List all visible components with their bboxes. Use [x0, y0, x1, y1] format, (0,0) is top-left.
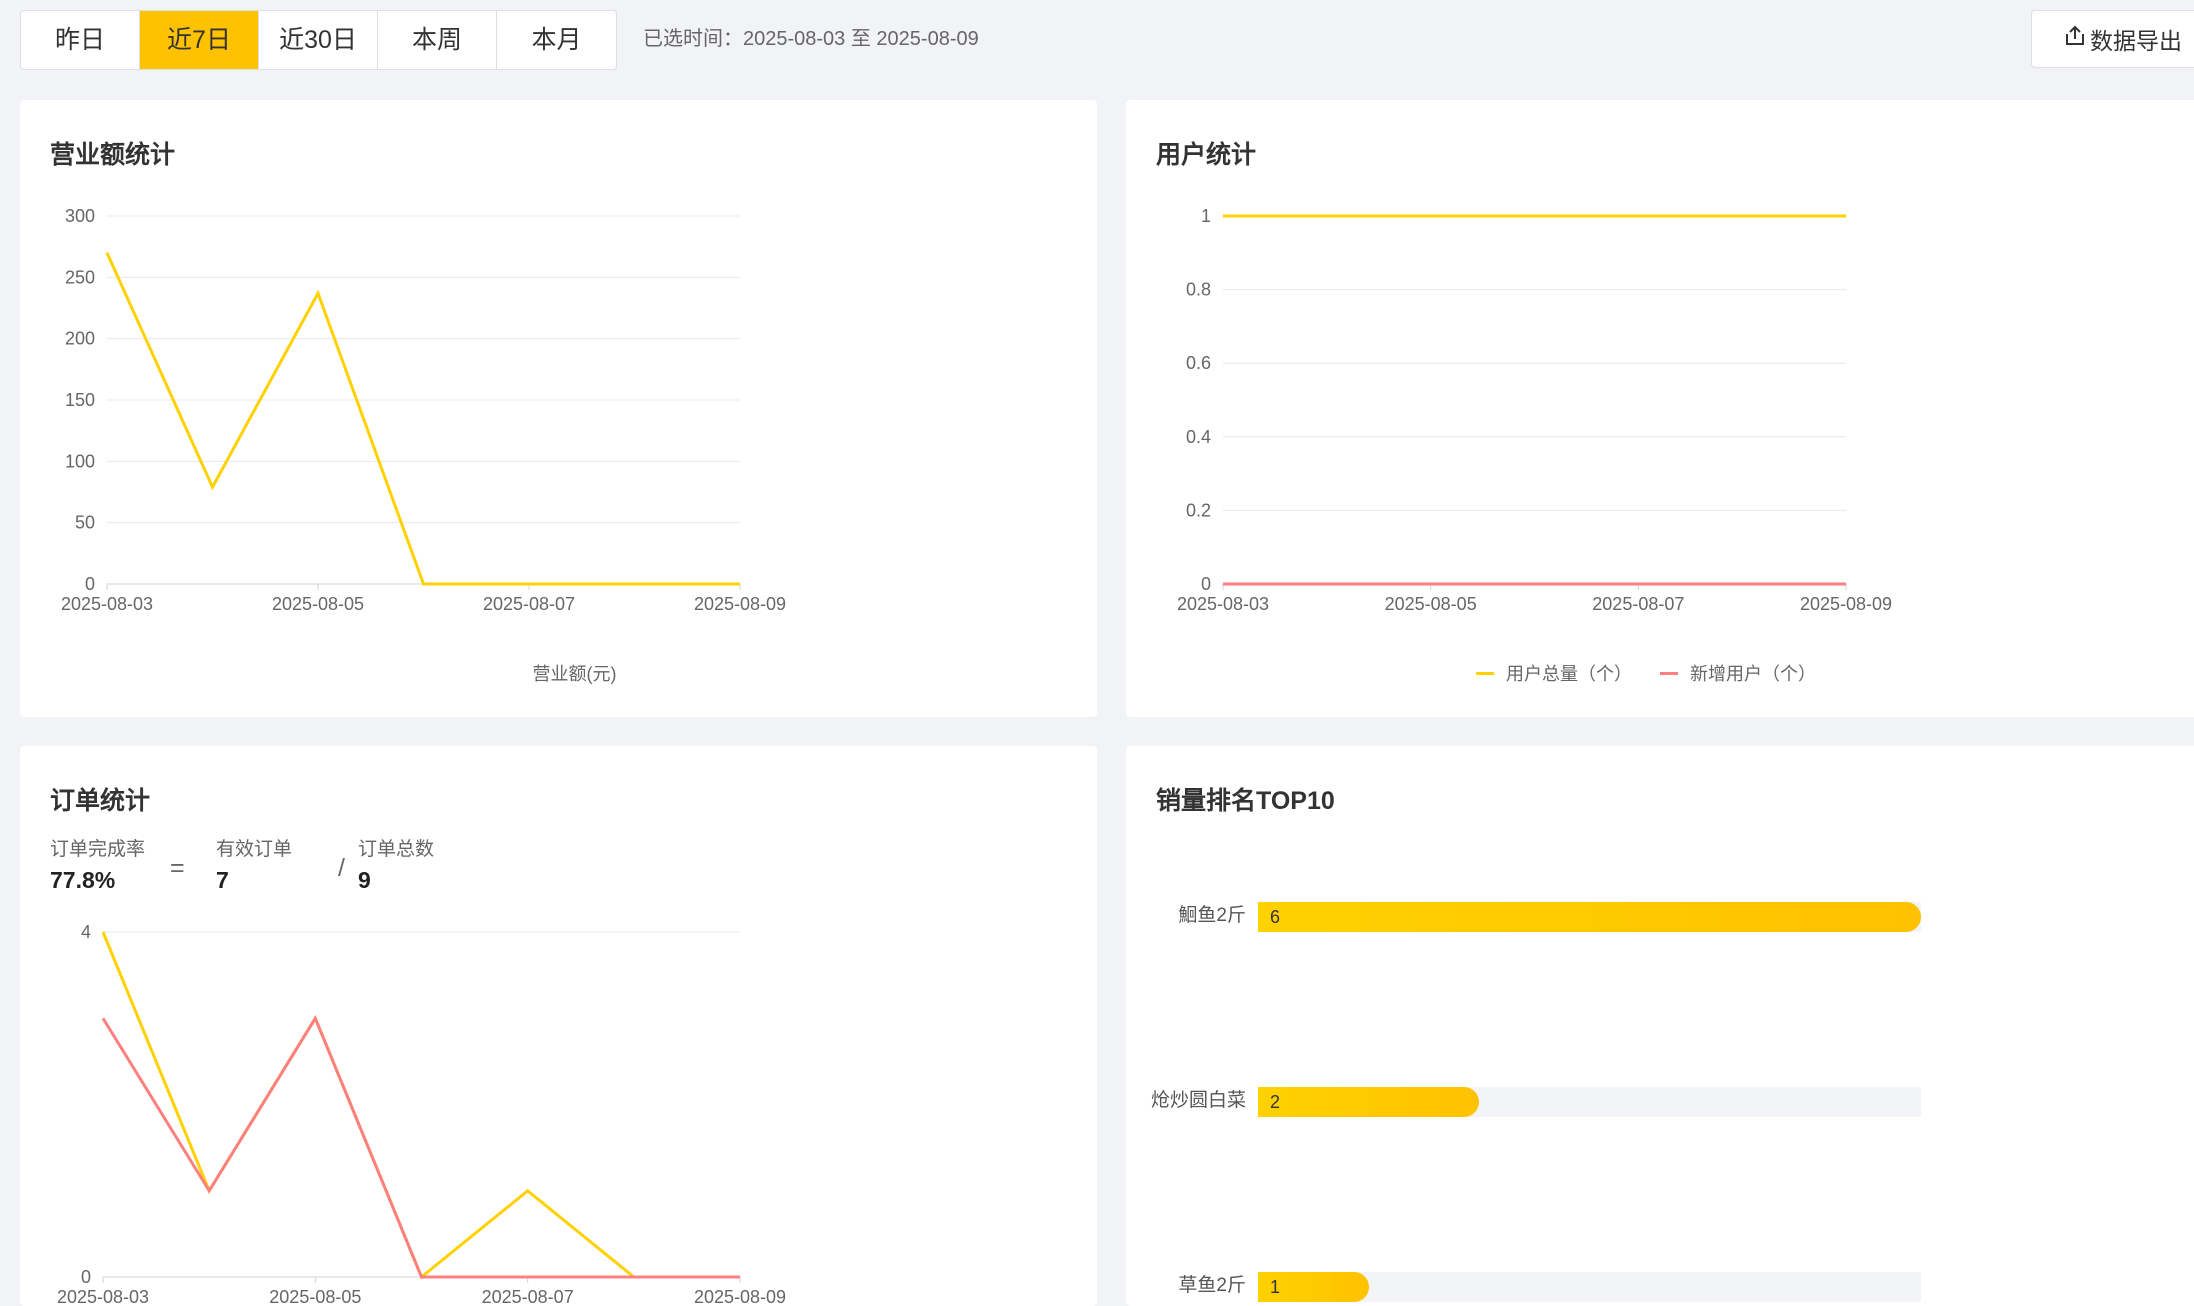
selected-range-text: 已选时间：2025-08-03 至 2025-08-09: [643, 28, 979, 50]
ranking-list: 鮰鱼2斤 6 炝炒圆白菜 2 草鱼2斤 1: [1126, 746, 2194, 1306]
y-tick-label: 4: [81, 922, 91, 942]
export-label: 数据导出: [2090, 28, 2182, 54]
ranking-bar-track: 2: [1258, 1087, 1921, 1117]
ranking-item-value: 6: [1270, 907, 1281, 927]
tab-yesterday[interactable]: 昨日: [21, 11, 140, 69]
users-line-chart: 0 0.2 0.4 0.6 0.8 1 2025-08-03 2025-08-05 2025-0…: [1177, 206, 1892, 614]
x-tick-label: 2025-08-05: [1385, 594, 1477, 614]
y-tick-label: 0.6: [1186, 353, 1211, 373]
legend-label-total-users: 用户总量（个）: [1506, 664, 1632, 684]
ranking-item: 炝炒圆白菜 2: [1126, 1085, 2194, 1117]
series-line-1: [101, 1015, 740, 1279]
x-tick-label: 2025-08-07: [1592, 594, 1684, 614]
ranking-bar: [1258, 902, 1921, 932]
ranking-item-value: 1: [1270, 1277, 1281, 1297]
revenue-legend-label: 营业额(元): [532, 664, 617, 684]
y-tick-label: 150: [65, 390, 95, 410]
x-tick-label: 2025-08-03: [1177, 594, 1269, 614]
y-tick-label: 0.4: [1186, 427, 1211, 447]
y-tick-label: 0: [81, 1267, 91, 1287]
tab-this-week[interactable]: 本周: [378, 11, 497, 69]
export-button[interactable]: 数据导出: [2031, 10, 2194, 68]
y-tick-label: 250: [65, 267, 95, 287]
revenue-line-chart: 0 50 100 150 200 250 300 2025-08-03 2025-08-05 20…: [61, 206, 786, 614]
users-card: 用户统计 0 0.2 0.4 0.6 0.8 1 2025-08-03 2025-08-05 2…: [1126, 100, 2194, 717]
ranking-bar: [1258, 1087, 1479, 1117]
ranking-item-value: 2: [1270, 1092, 1281, 1112]
date-range-tabs: 昨日 近7日 近30日 本周 本月: [20, 10, 617, 70]
ranking-item-name: 草鱼2斤: [1178, 1275, 1246, 1296]
users-legend: 用户总量（个） 新增用户（个）: [1476, 660, 1816, 686]
y-tick-label: 0: [1201, 574, 1211, 594]
y-tick-label: 0.8: [1186, 280, 1211, 300]
export-icon: [2064, 25, 2090, 53]
x-tick-label: 2025-08-07: [483, 594, 575, 614]
series-line-0: [105, 252, 740, 586]
ranking-item: 鮰鱼2斤 6: [1126, 900, 2194, 932]
legend-swatch-new-users: [1660, 671, 1678, 675]
orders-card: 订单统计 订单完成率 77.8% = 有效订单 7 / 订单总数 9 0 4 202…: [20, 746, 1097, 1306]
ranking-item: 草鱼2斤 1: [1126, 1270, 2194, 1302]
y-tick-label: 100: [65, 451, 95, 471]
legend-label-new-users: 新增用户（个）: [1690, 664, 1816, 684]
ranking-item-name: 炝炒圆白菜: [1150, 1090, 1246, 1111]
x-tick-label: 2025-08-03: [61, 594, 153, 614]
tab-last-30-days[interactable]: 近30日: [259, 11, 378, 69]
x-tick-label: 2025-08-09: [694, 594, 786, 614]
tab-this-month[interactable]: 本月: [497, 11, 616, 69]
series-line-0: [101, 931, 740, 1280]
orders-line-chart: 042025-08-03 2025-08-05 2025-08-07 2025-08-…: [57, 922, 786, 1306]
ranking-item-name: 鮰鱼2斤: [1178, 905, 1246, 926]
ranking-bar-track: 1: [1258, 1272, 1921, 1302]
revenue-card: 营业额统计 0 50 100 150 200 250 300 2025-08-03 2025-0…: [20, 100, 1097, 717]
y-tick-label: 300: [65, 206, 95, 226]
ranking-bar-track: 6: [1258, 902, 1921, 932]
y-tick-label: 200: [65, 329, 95, 349]
tab-last-7-days[interactable]: 近7日: [140, 11, 259, 69]
y-tick-label: 0.2: [1186, 500, 1211, 520]
legend-swatch-total-users: [1476, 671, 1494, 675]
y-tick-label: 1: [1201, 206, 1211, 226]
y-tick-label: 0: [85, 574, 95, 594]
y-tick-label: 50: [75, 513, 95, 533]
x-tick-label: 2025-08-05: [272, 594, 364, 614]
x-tick-label: 2025-08-09: [1800, 594, 1892, 614]
ranking-card: 销量排名TOP10 鮰鱼2斤 6 炝炒圆白菜 2 草鱼2斤 1: [1126, 746, 2194, 1306]
